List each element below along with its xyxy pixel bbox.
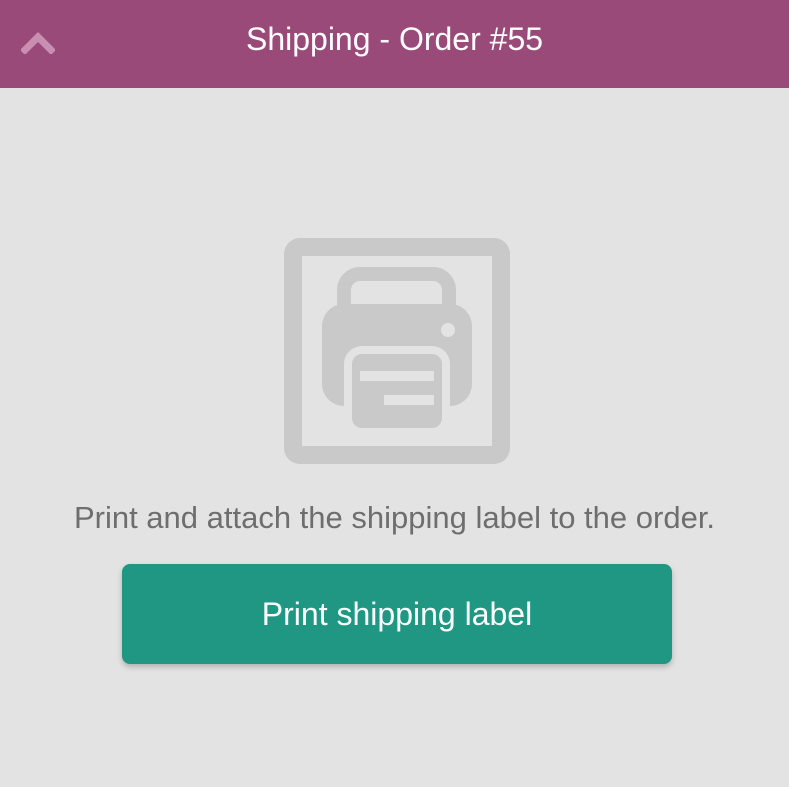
print-shipping-label-button[interactable]: Print shipping label: [122, 564, 672, 664]
instruction-text: Print and attach the shipping label to t…: [73, 500, 716, 535]
header-bar: Shipping - Order #55: [0, 0, 789, 88]
page-title: Shipping - Order #55: [245, 21, 544, 57]
printer-icon: [284, 238, 510, 464]
shipping-panel: Print and attach the shipping label to t…: [0, 88, 789, 787]
